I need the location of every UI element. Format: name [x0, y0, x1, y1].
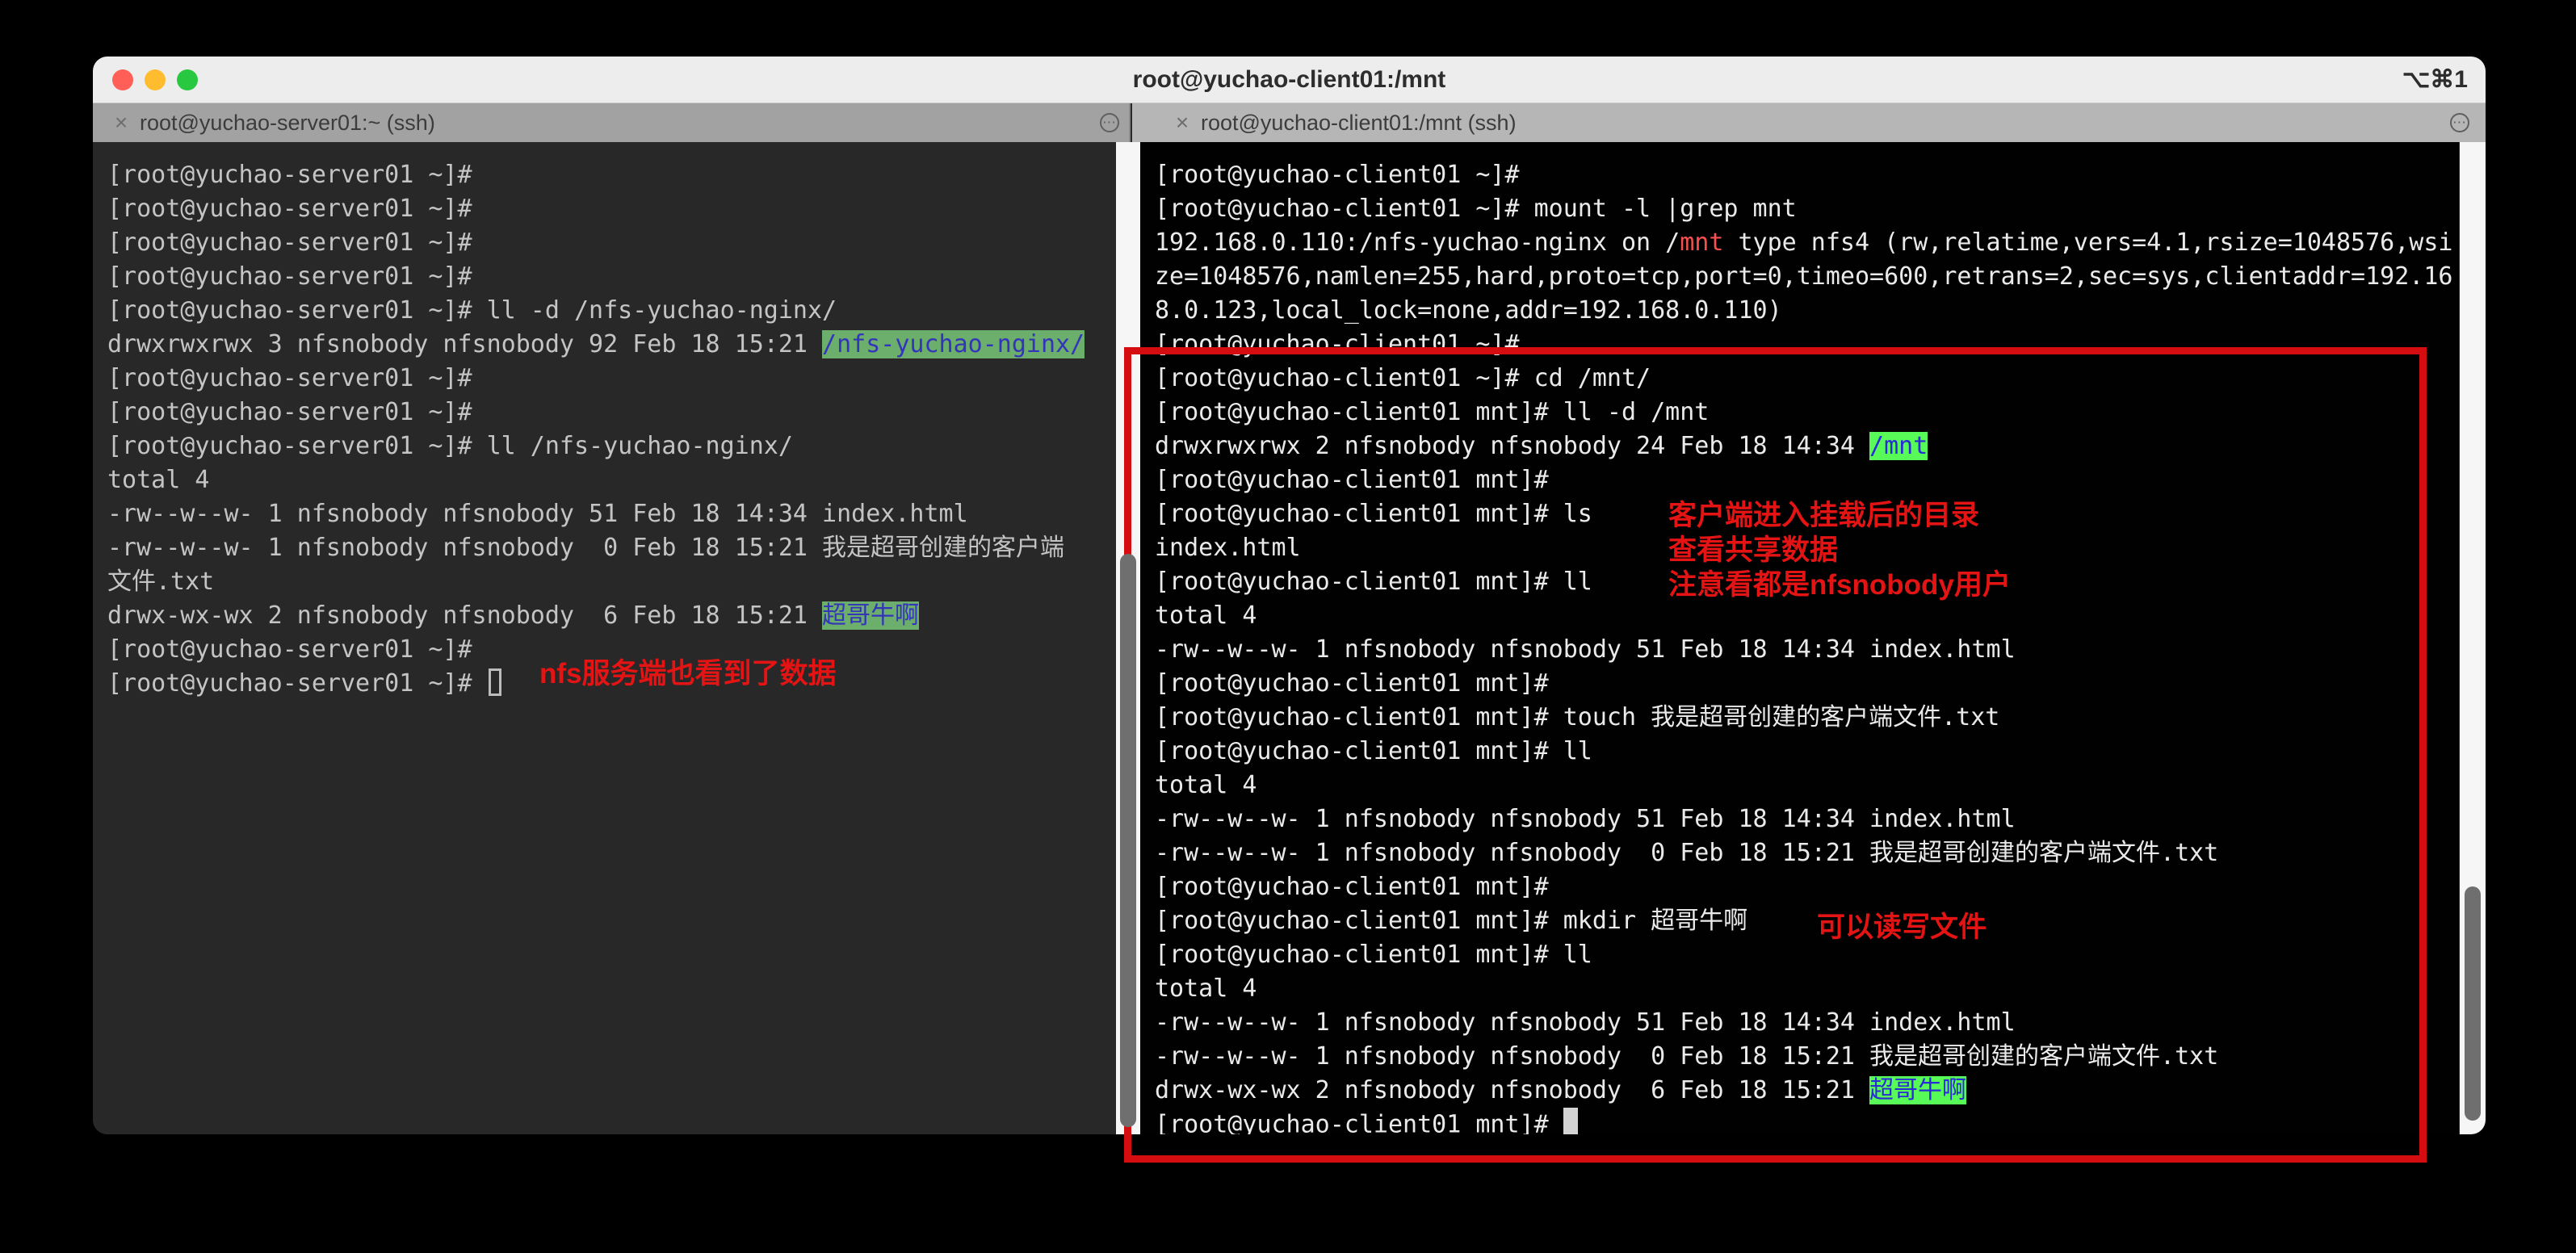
terminal-line: [root@yuchao-client01 ~]#	[1155, 158, 1534, 192]
terminal-line: [root@yuchao-server01 ~]# ll -d /nfs-yuc…	[107, 294, 837, 328]
terminal-line: [root@yuchao-server01 ~]#	[107, 667, 501, 701]
terminal-line: -rw--w--w- 1 nfsnobody nfsnobody 0 Feb 1…	[107, 531, 1064, 565]
pane-menu-ellipsis-icon[interactable]: ⋯	[1100, 113, 1119, 132]
scrollbar-thumb[interactable]	[2465, 886, 2481, 1121]
window-title: root@yuchao-client01:/mnt	[93, 57, 2486, 103]
scrollbar-thumb[interactable]	[1120, 554, 1136, 1127]
terminal-line: [root@yuchao-server01 ~]#	[107, 633, 487, 667]
pane-title-server: root@yuchao-server01:~ (ssh)	[140, 111, 435, 136]
terminal-line: [root@yuchao-server01 ~]#	[107, 158, 487, 192]
terminal-line: drwxrwxrwx 3 nfsnobody nfsnobody 92 Feb …	[107, 328, 1085, 362]
close-pane-icon[interactable]: ×	[1168, 110, 1196, 136]
annotation-note: 注意看都是nfsnobody用户	[1668, 562, 2011, 603]
close-pane-icon[interactable]: ×	[107, 110, 135, 136]
annotation-note: nfs服务端也看到了数据	[539, 651, 837, 692]
terminal-line: 文件.txt	[107, 565, 214, 599]
terminal-line: [root@yuchao-server01 ~]#	[107, 396, 487, 430]
terminal-line: 192.168.0.110:/nfs-yuchao-nginx on /mnt …	[1155, 226, 2452, 260]
terminal-line: drwx-wx-wx 2 nfsnobody nfsnobody 6 Feb 1…	[107, 599, 919, 633]
terminal-line: total 4	[107, 463, 209, 497]
terminal-line: [root@yuchao-server01 ~]# ll /nfs-yuchao…	[107, 430, 793, 463]
highlighted-path: /nfs-yuchao-nginx/	[822, 330, 1085, 358]
pane-titlebar-server[interactable]: × root@yuchao-server01:~ (ssh) ⋯	[93, 103, 1131, 142]
terminal-pane-server[interactable]: [root@yuchao-server01 ~]# [root@yuchao-s…	[93, 142, 1116, 1134]
terminal-line: [root@yuchao-server01 ~]#	[107, 192, 487, 226]
pane-titlebar-client[interactable]: × root@yuchao-client01:/mnt (ssh) ⋯	[1132, 103, 2486, 142]
tab-shortcut-badge: ⌥⌘1	[2402, 57, 2468, 103]
terminal-line: [root@yuchao-client01 ~]# mount -l |grep…	[1155, 192, 1797, 226]
desktop: root@yuchao-client01:/mnt ⌥⌘1 × root@yuc…	[0, 0, 2576, 1253]
terminal-line: 8.0.123,local_lock=none,addr=192.168.0.1…	[1155, 294, 1782, 328]
pane-title-client: root@yuchao-client01:/mnt (ssh)	[1201, 111, 1517, 136]
terminal-line: [root@yuchao-server01 ~]#	[107, 226, 487, 260]
terminal-line: -rw--w--w- 1 nfsnobody nfsnobody 51 Feb …	[107, 497, 968, 531]
terminal-cursor	[489, 668, 501, 696]
grep-match-text: mnt	[1680, 228, 1723, 257]
terminal-line: [root@yuchao-server01 ~]#	[107, 260, 487, 294]
annotation-note: 可以读写文件	[1817, 904, 1987, 945]
pane-titlebar-row: × root@yuchao-server01:~ (ssh) ⋯ × root@…	[93, 103, 2486, 142]
highlighted-path: 超哥牛啊	[822, 601, 919, 630]
annotation-red-box	[1124, 347, 2427, 1163]
window-titlebar[interactable]: root@yuchao-client01:/mnt ⌥⌘1	[93, 57, 2486, 103]
terminal-line: [root@yuchao-server01 ~]#	[107, 362, 487, 396]
pane-menu-ellipsis-icon[interactable]: ⋯	[2450, 113, 2469, 132]
terminal-line: ze=1048576,namlen=255,hard,proto=tcp,por…	[1155, 260, 2452, 294]
